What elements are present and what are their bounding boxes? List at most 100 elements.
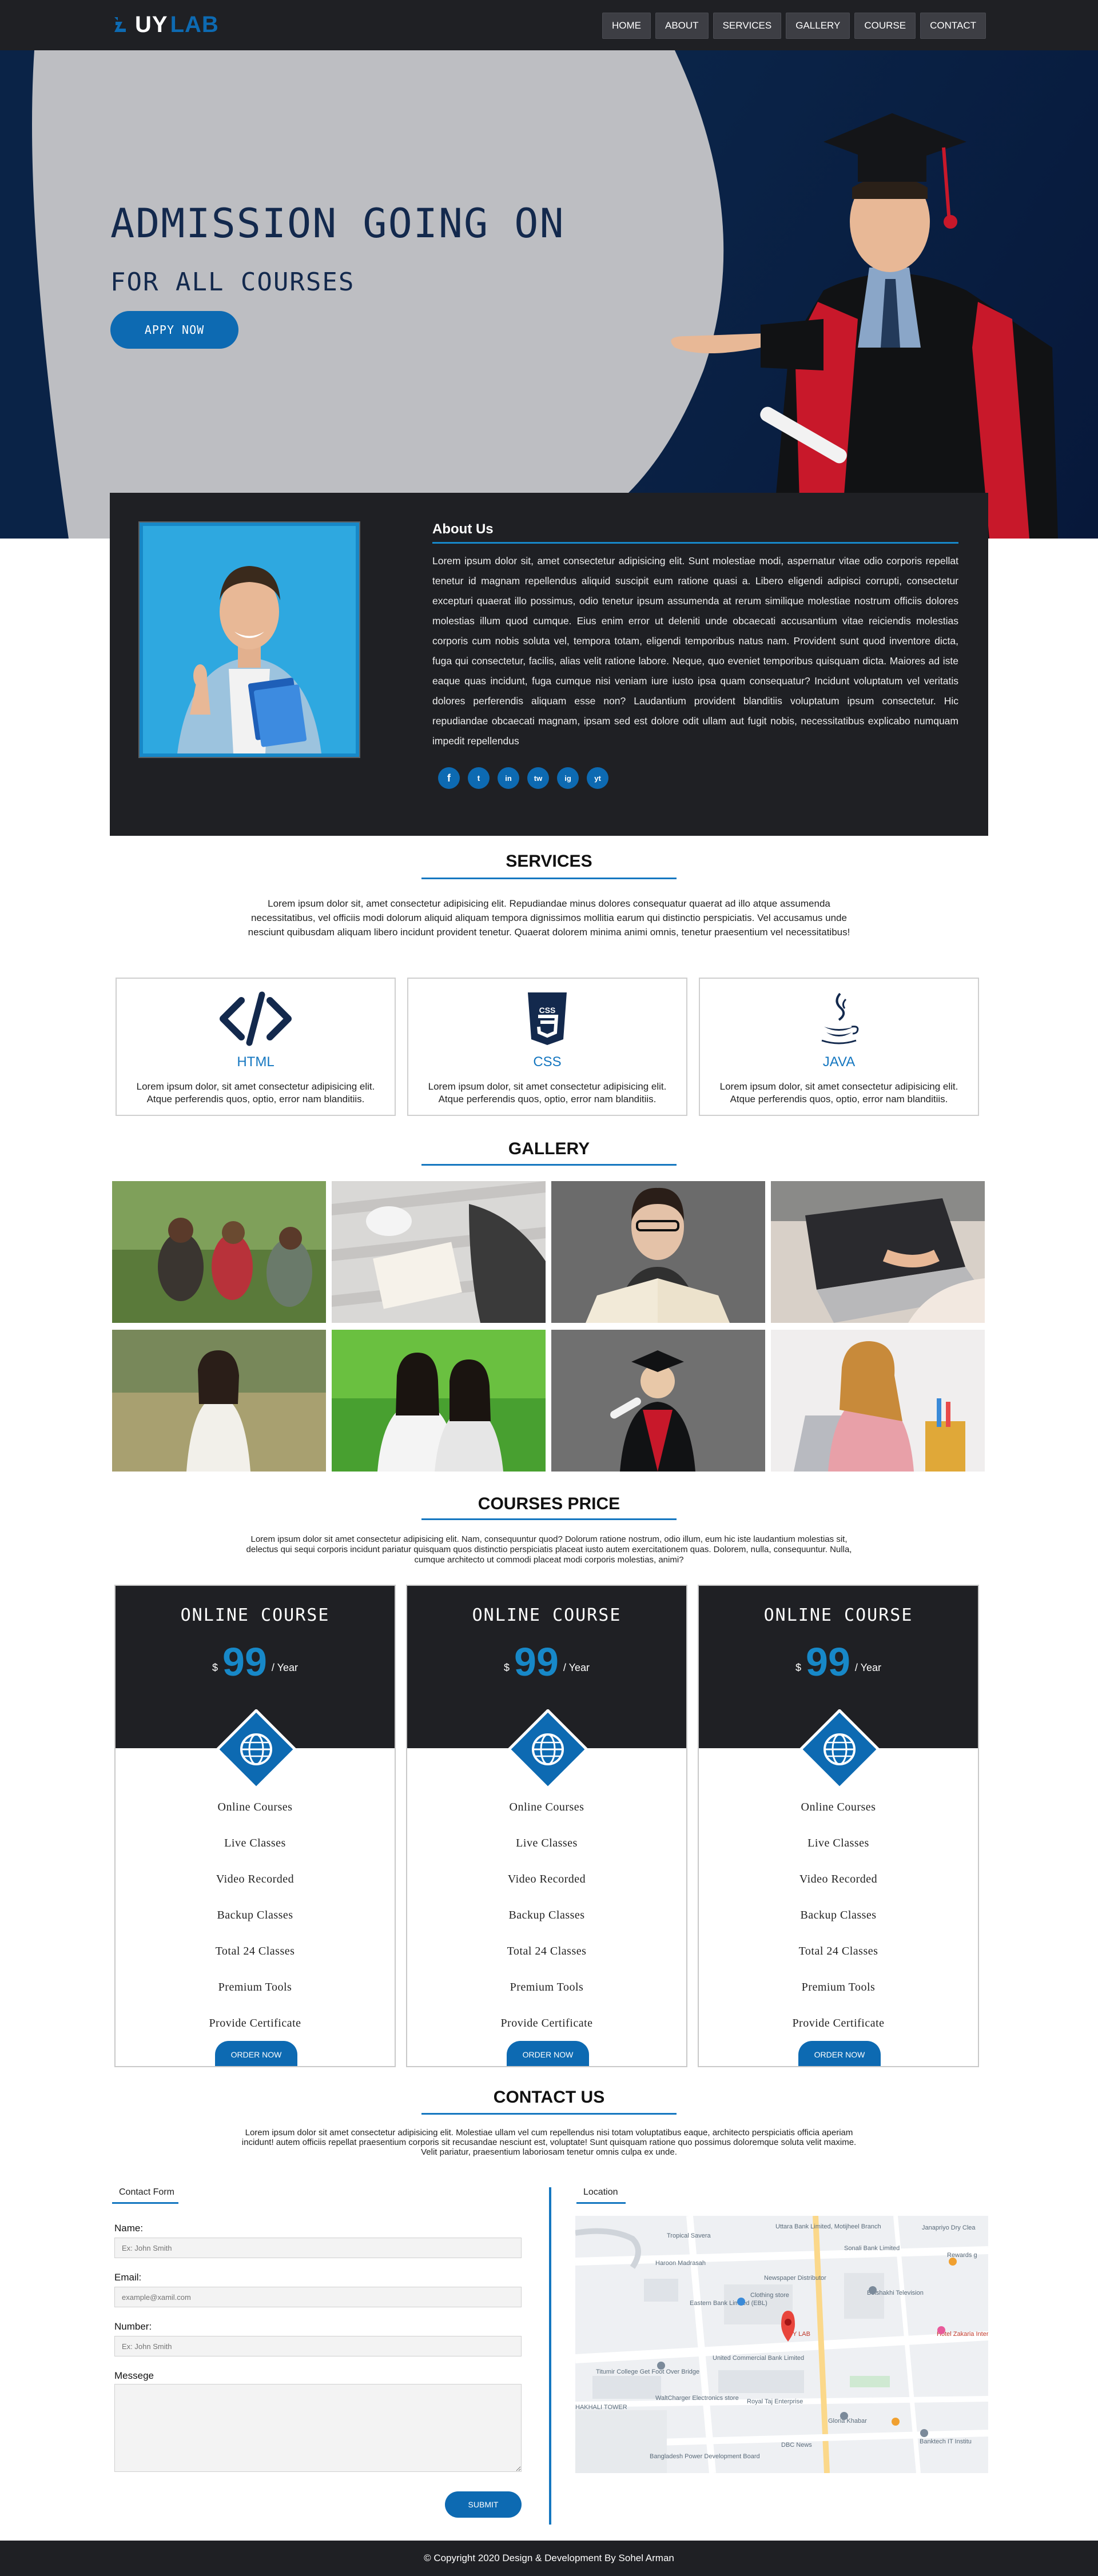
price-amount: 99 (222, 1640, 267, 1684)
map-label: Titumir College Get Foot Over Bridge (596, 2368, 699, 2375)
globe-icon (508, 1709, 588, 1789)
tumblr-icon[interactable]: t (468, 767, 490, 789)
map-label: Bangladesh Power Development Board (650, 2453, 760, 2460)
map-label: Janapriyo Dry Clea (922, 2224, 976, 2231)
logo-lab-text: LAB (170, 11, 219, 37)
gallery-image-6[interactable] (332, 1330, 546, 1472)
map-label: Eastern Bank Limited (EBL) (690, 2300, 767, 2307)
feature-item: Live Classes (224, 1837, 286, 1849)
order-now-button[interactable]: ORDER NOW (507, 2041, 589, 2066)
price-period: / Year (563, 1662, 590, 1673)
nav-contact[interactable]: CONTACT (920, 13, 986, 39)
nav-about[interactable]: ABOUT (655, 13, 709, 39)
course-name: ONLINE COURSE (472, 1605, 622, 1625)
service-name: JAVA (822, 1054, 856, 1070)
courses-title-underline (421, 1518, 677, 1520)
feature-item: Provide Certificate (209, 2017, 301, 2029)
copyright-text: © Copyright 2020 Design & Development By… (424, 2553, 674, 2563)
nav-gallery[interactable]: GALLERY (786, 13, 850, 39)
feature-item: Online Courses (509, 1801, 584, 1813)
youtube-icon[interactable]: yt (587, 767, 608, 789)
message-textarea[interactable] (114, 2384, 522, 2472)
feature-item: Provide Certificate (500, 2017, 593, 2029)
email-input[interactable] (114, 2287, 522, 2307)
gallery-image-8[interactable] (771, 1330, 985, 1472)
service-card-java[interactable]: JAVA Lorem ipsum dolor, sit amet consect… (699, 978, 979, 1116)
instagram-icon[interactable]: ig (557, 767, 579, 789)
courses-intro: Lorem ipsum dolor sit amet consectetur a… (246, 1534, 852, 1565)
nav-course[interactable]: COURSE (854, 13, 916, 39)
contact-divider (549, 2187, 551, 2525)
gallery-image-1[interactable] (112, 1181, 326, 1323)
number-input[interactable] (114, 2336, 522, 2356)
price-card-3: ONLINE COURSE $ 99 / Year Online Courses… (698, 1585, 979, 2067)
service-desc: Lorem ipsum dolor, sit amet consectetur … (719, 1081, 958, 1104)
linkedin-icon[interactable]: in (498, 767, 519, 789)
map-graphic: Uttara Bank Limited, Motijheel Branch Ja… (575, 2216, 988, 2473)
footer: © Copyright 2020 Design & Development By… (0, 2541, 1098, 2576)
feature-item: Live Classes (807, 1837, 869, 1849)
hero-banner: ADMISSION GOING ON FOR ALL COURSES APPY … (0, 50, 1098, 539)
services-intro: Lorem ipsum dolor sit, amet consectetur … (248, 898, 850, 938)
name-input[interactable] (114, 2238, 522, 2258)
nav-services[interactable]: SERVICES (713, 13, 782, 39)
map-label: Haroon Madrasah (655, 2260, 706, 2267)
logo[interactable]: UY LAB (112, 10, 219, 39)
hero-subtitle: FOR ALL COURSES (110, 268, 355, 297)
price: $ 99 / Year (699, 1642, 978, 1682)
main-nav: HOME ABOUT SERVICES GALLERY COURSE CONTA… (602, 13, 986, 39)
order-now-button[interactable]: ORDER NOW (215, 2041, 297, 2066)
map-label: Clothing store (750, 2292, 789, 2299)
about-section: About Us Lorem ipsum dolor sit, amet con… (110, 493, 988, 836)
social-links: f t in tw ig yt (438, 767, 608, 789)
name-label: Name: (114, 2223, 144, 2234)
map-label: HAKHALI TOWER (575, 2404, 627, 2411)
price-currency: $ (795, 1662, 802, 1673)
java-icon (700, 990, 978, 1047)
about-photo (138, 521, 360, 758)
submit-button[interactable]: SUBMIT (445, 2491, 522, 2518)
css3-icon: CSS (408, 990, 686, 1047)
price-card-1: ONLINE COURSE $ 99 / Year Online Courses… (114, 1585, 396, 2067)
nav-home[interactable]: HOME (602, 13, 651, 39)
feature-item: Video Recorded (799, 1873, 878, 1885)
gallery-image-5[interactable] (112, 1330, 326, 1472)
gallery-image-4[interactable] (771, 1181, 985, 1323)
feature-item: Online Courses (217, 1801, 293, 1813)
order-now-button[interactable]: ORDER NOW (798, 2041, 881, 2066)
contact-intro: Lorem ipsum dolor sit amet consectetur a… (241, 2128, 857, 2157)
contact-title: CONTACT US (493, 2088, 605, 2107)
feature-item: Total 24 Classes (507, 1945, 587, 1957)
twitter-icon[interactable]: tw (527, 767, 549, 789)
location-map[interactable]: Uttara Bank Limited, Motijheel Branch Ja… (575, 2216, 988, 2473)
map-label: Tropical Savera (667, 2232, 711, 2239)
facebook-icon[interactable]: f (438, 767, 460, 789)
feature-item: Video Recorded (507, 1873, 586, 1885)
gallery-image-3[interactable] (551, 1181, 765, 1323)
contact-title-underline (421, 2113, 677, 2115)
map-label: Rewards g (947, 2252, 977, 2259)
contact-form-tab[interactable]: Contact Form (119, 2187, 174, 2198)
map-label: Uttara Bank Limited, Motijheel Branch (775, 2223, 881, 2230)
price-card-2: ONLINE COURSE $ 99 / Year Online Courses… (406, 1585, 687, 2067)
service-card-css[interactable]: CSS CSS Lorem ipsum dolor, sit amet cons… (407, 978, 687, 1116)
feature-item: Premium Tools (218, 1981, 292, 1993)
number-label: Number: (114, 2321, 152, 2332)
message-label: Messege (114, 2370, 154, 2381)
map-label: Banktech IT Institu (920, 2438, 972, 2445)
map-label: Sonali Bank Limited (844, 2245, 900, 2252)
feature-item: Live Classes (516, 1837, 578, 1849)
price-period: / Year (854, 1662, 881, 1673)
price: $ 99 / Year (407, 1642, 686, 1682)
service-card-html[interactable]: HTML Lorem ipsum dolor, sit amet consect… (116, 978, 396, 1116)
gallery-image-7[interactable] (551, 1330, 765, 1472)
location-tab[interactable]: Location (583, 2187, 618, 2198)
map-label: United Commercial Bank Limited (713, 2355, 804, 2362)
code-icon (117, 990, 395, 1047)
apply-now-button[interactable]: APPY NOW (110, 311, 238, 349)
gallery-image-2[interactable] (332, 1181, 546, 1323)
map-label: Gloria Khabar (828, 2418, 867, 2425)
feature-item: Backup Classes (217, 1909, 293, 1921)
service-desc: Lorem ipsum dolor, sit amet consectetur … (136, 1081, 375, 1104)
feature-item: Backup Classes (508, 1909, 585, 1921)
